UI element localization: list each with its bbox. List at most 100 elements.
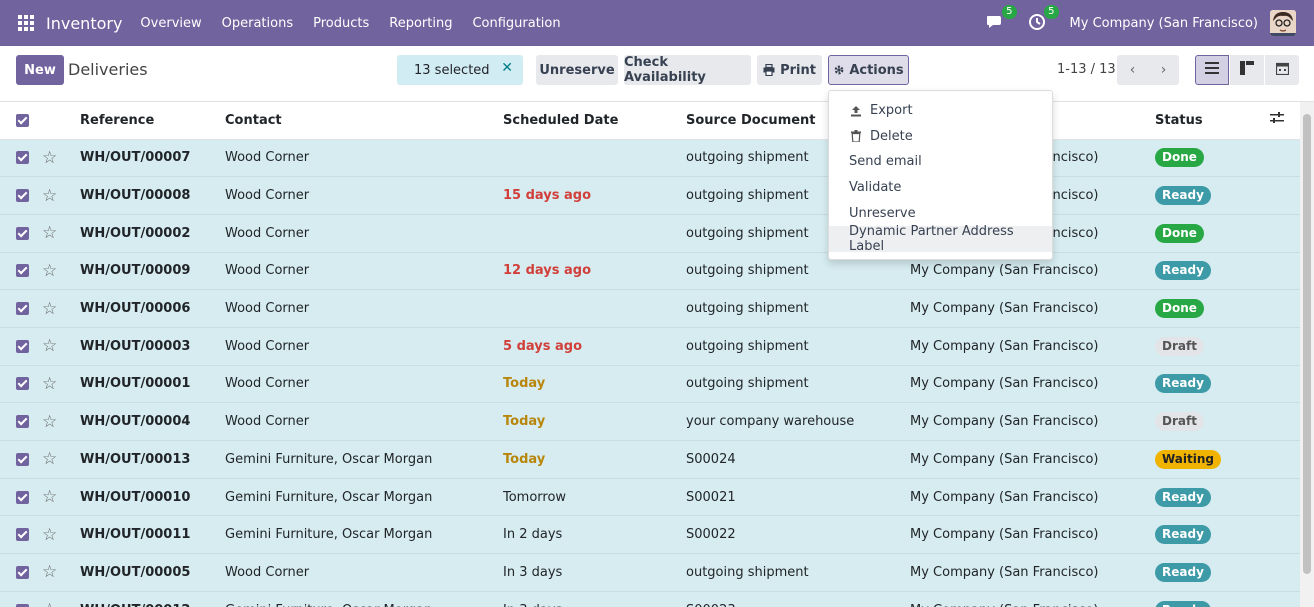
row-checkbox[interactable] — [16, 339, 29, 353]
star-icon[interactable]: ☆ — [42, 449, 57, 469]
pager-value[interactable]: 1-13 / 13 — [1057, 62, 1116, 77]
row-checkbox[interactable] — [16, 565, 29, 579]
row-checkbox[interactable] — [16, 377, 29, 391]
table-row[interactable]: ☆ WH/OUT/00008 Wood Corner 15 days ago outgo… — [0, 176, 1300, 215]
kanban-view-button[interactable] — [1230, 55, 1264, 85]
row-checkbox[interactable] — [16, 151, 29, 165]
check-availability-button[interactable]: Check Availability — [624, 55, 751, 85]
row-source-document: S00024 — [686, 451, 736, 467]
unreserve-button[interactable]: Unreserve — [536, 55, 618, 85]
star-icon[interactable]: ☆ — [42, 487, 57, 507]
table-row[interactable]: ☆ WH/OUT/00009 Wood Corner 12 days ago outgo… — [0, 252, 1300, 290]
actions-button[interactable]: Actions — [828, 55, 909, 85]
row-scheduled-date: In 3 days — [503, 564, 563, 580]
row-checkbox[interactable] — [16, 603, 29, 607]
company-switcher[interactable]: My Company (San Francisco) — [1070, 16, 1258, 31]
menu-item-reporting[interactable]: Reporting — [379, 16, 462, 31]
vertical-scrollbar[interactable] — [1300, 102, 1314, 607]
table-row[interactable]: ☆ WH/OUT/00007 Wood Corner outgoing shipmen… — [0, 139, 1300, 177]
menu-item-operations[interactable]: Operations — [212, 16, 303, 31]
pager-previous-button[interactable]: ‹ — [1117, 55, 1148, 85]
deliveries-list: Reference Contact Scheduled Date Source … — [0, 102, 1300, 607]
table-row[interactable]: ☆ WH/OUT/00013 Gemini Furniture, Oscar Mor… — [0, 440, 1300, 479]
row-scheduled-date: Today — [503, 376, 546, 392]
star-icon[interactable]: ☆ — [42, 223, 57, 243]
row-checkbox[interactable] — [16, 264, 29, 278]
action-export[interactable]: Export — [829, 98, 1052, 124]
action-send-email[interactable]: Send email — [829, 149, 1052, 175]
actions-label: Actions — [849, 62, 904, 78]
table-row[interactable]: ☆ WH/OUT/00004 Wood Corner Today your compan… — [0, 402, 1300, 441]
star-icon[interactable]: ☆ — [42, 600, 57, 607]
status-badge: Ready — [1155, 562, 1211, 582]
apps-grid-icon[interactable] — [18, 15, 34, 31]
upload-icon — [849, 105, 863, 117]
row-destination: My Company (San Francisco) — [910, 414, 1099, 430]
row-reference: WH/OUT/00007 — [80, 150, 191, 166]
scrollbar-thumb[interactable] — [1303, 114, 1311, 574]
action-validate[interactable]: Validate — [829, 175, 1052, 201]
star-icon[interactable]: ☆ — [42, 261, 57, 281]
row-checkbox[interactable] — [16, 189, 29, 203]
print-button[interactable]: Print — [757, 55, 822, 85]
chevron-left-icon: ‹ — [1129, 62, 1136, 78]
row-checkbox[interactable] — [16, 415, 29, 429]
messages-icon[interactable]: 5 — [986, 5, 1017, 33]
pager-next-button[interactable]: › — [1148, 55, 1179, 85]
navbar-systray: 5 5 My Company (San Francisco) — [986, 0, 1314, 46]
row-checkbox[interactable] — [16, 302, 29, 316]
star-icon[interactable]: ☆ — [42, 412, 57, 432]
list-view-icon — [1205, 62, 1219, 78]
table-row[interactable]: ☆ WH/OUT/00012Gemini Furniture, Oscar Mor… — [0, 591, 1300, 607]
action-unreserve-label: Unreserve — [849, 205, 916, 221]
table-row[interactable]: ☆ WH/OUT/00010 Gemini Furniture, Oscar Mor… — [0, 478, 1300, 516]
app-name[interactable]: Inventory — [46, 14, 122, 33]
action-dynamic-partner-address-label[interactable]: Dynamic Partner Address Label — [829, 224, 1052, 254]
row-checkbox[interactable] — [16, 226, 29, 240]
chevron-right-icon: › — [1160, 62, 1167, 78]
table-row[interactable]: ☆ WH/OUT/00003 Wood Corner 5 days ago outgoi… — [0, 327, 1300, 366]
column-header-reference[interactable]: Reference — [80, 102, 225, 140]
table-row[interactable]: ☆ WH/OUT/00005 Wood Corner In 3 days outgoin… — [0, 553, 1300, 592]
star-icon[interactable]: ☆ — [42, 336, 57, 356]
table-row[interactable]: ☆ WH/OUT/00006 Wood Corner outgoing shipmen… — [0, 289, 1300, 328]
row-checkbox[interactable] — [16, 528, 29, 542]
control-panel: New Deliveries 13 selected ✕ Unreserve C… — [0, 46, 1314, 102]
activities-clock-icon[interactable]: 5 — [1028, 5, 1059, 33]
select-all-checkbox[interactable] — [16, 113, 29, 127]
menu-item-products[interactable]: Products — [303, 16, 379, 31]
user-avatar[interactable] — [1270, 10, 1296, 36]
new-button[interactable]: New — [16, 55, 64, 85]
menu-item-overview[interactable]: Overview — [130, 16, 211, 31]
action-unreserve[interactable]: Unreserve — [829, 200, 1052, 226]
action-delete[interactable]: Delete — [829, 124, 1052, 150]
column-header-contact[interactable]: Contact — [225, 102, 503, 140]
calendar-view-icon — [1275, 62, 1289, 79]
table-row[interactable]: ☆ WH/OUT/00011 Gemini Furniture, Oscar Mor… — [0, 515, 1300, 554]
row-scheduled-date — [503, 290, 686, 328]
star-icon[interactable]: ☆ — [42, 374, 57, 394]
star-icon[interactable]: ☆ — [42, 299, 57, 319]
status-badge: Ready — [1155, 261, 1211, 281]
column-header-status[interactable]: Status — [1155, 102, 1270, 140]
list-view-button[interactable] — [1195, 55, 1229, 85]
optional-columns-icon[interactable] — [1270, 112, 1284, 128]
status-badge: Done — [1155, 148, 1204, 168]
page-title: Deliveries — [68, 60, 148, 79]
row-checkbox[interactable] — [16, 452, 29, 466]
star-icon[interactable]: ☆ — [42, 148, 57, 168]
row-reference: WH/OUT/00003 — [80, 338, 191, 354]
star-icon[interactable]: ☆ — [42, 186, 57, 206]
row-source-document: outgoing shipment — [686, 301, 809, 317]
table-row[interactable]: ☆ WH/OUT/00002 Wood Corner outgoing shipmen… — [0, 214, 1300, 253]
menu-item-configuration[interactable]: Configuration — [462, 16, 570, 31]
row-scheduled-date: 5 days ago — [503, 338, 582, 354]
row-checkbox[interactable] — [16, 490, 29, 504]
star-icon[interactable]: ☆ — [42, 562, 57, 582]
star-icon[interactable]: ☆ — [42, 525, 57, 545]
clear-selection-icon[interactable]: ✕ — [501, 60, 513, 76]
table-row[interactable]: ☆ WH/OUT/00001 Wood Corner Today outgoing sh… — [0, 365, 1300, 403]
column-header-scheduled-date[interactable]: Scheduled Date — [503, 102, 686, 140]
calendar-view-button[interactable] — [1265, 55, 1299, 85]
gear-icon — [833, 64, 845, 76]
